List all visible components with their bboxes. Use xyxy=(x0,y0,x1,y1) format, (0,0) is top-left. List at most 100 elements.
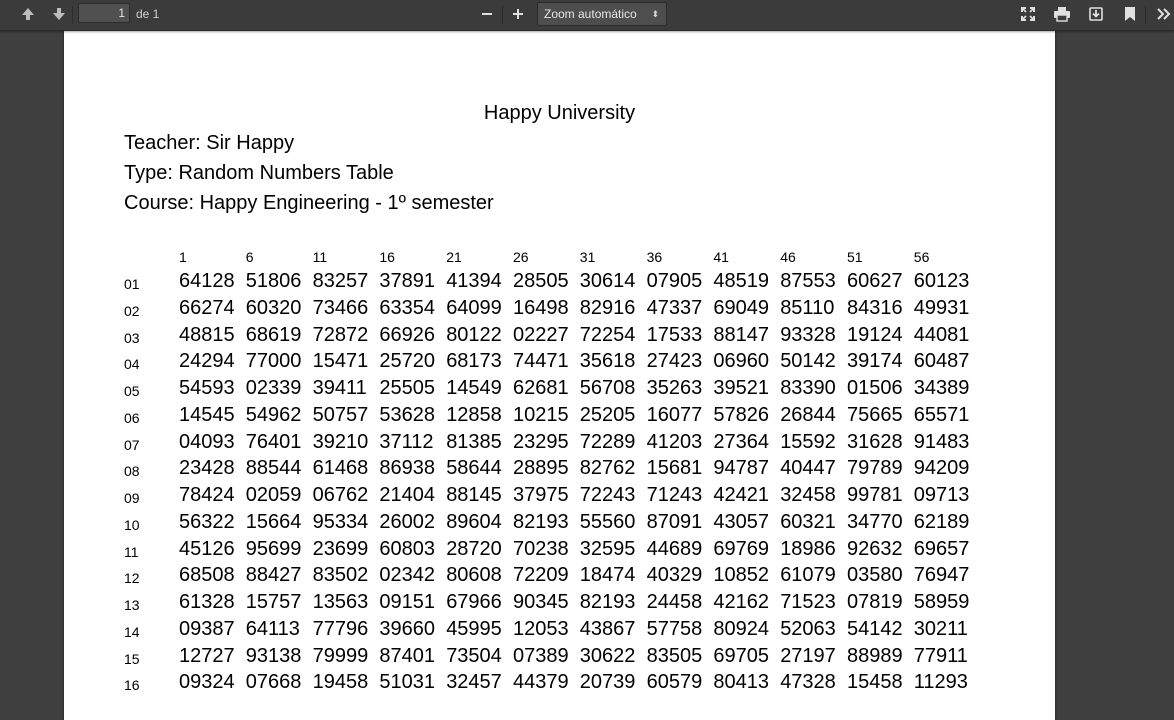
column-header: 36 xyxy=(646,249,663,265)
table-cell: 89604 xyxy=(446,510,502,533)
zoom-select[interactable]: Zoom automático ⬍ xyxy=(537,2,667,26)
table-cell: 60803 xyxy=(379,537,436,560)
row-label: 16 xyxy=(124,677,140,694)
table-cell: 86938 xyxy=(379,457,436,480)
row-label: 05 xyxy=(124,383,140,399)
table-cell: 88989 xyxy=(847,644,903,667)
column-header: 56 xyxy=(913,249,930,265)
minus-icon xyxy=(480,7,494,21)
row-label: 08 xyxy=(124,463,140,480)
table-cell: 60579 xyxy=(646,671,703,694)
table-cell: 28505 xyxy=(513,270,569,292)
table-cell: 14549 xyxy=(446,377,502,399)
table-cell: 37891 xyxy=(379,270,436,292)
bookmark-button[interactable] xyxy=(1117,3,1143,25)
table-cell: 72872 xyxy=(312,323,369,346)
table-cell: 72243 xyxy=(579,484,636,506)
table-cell: 71243 xyxy=(646,484,703,506)
table-cell: 88427 xyxy=(245,564,302,587)
table-cell: 10215 xyxy=(513,403,569,426)
table-cell: 43057 xyxy=(713,510,770,533)
row-label: 09 xyxy=(124,490,140,506)
table-cell: 41203 xyxy=(646,430,703,453)
download-button[interactable] xyxy=(1083,3,1109,25)
table-cell: 70238 xyxy=(513,537,569,560)
table-cell: 15592 xyxy=(780,430,836,453)
table-cell: 09387 xyxy=(179,617,235,640)
table-cell: 60321 xyxy=(780,510,836,533)
page-count-label: de 1 xyxy=(136,7,160,21)
table-cell: 04093 xyxy=(179,430,235,453)
table-cell: 27423 xyxy=(646,350,703,373)
table-cell: 93328 xyxy=(780,323,836,346)
zoom-select-value: Zoom automático xyxy=(544,7,637,21)
row-label: 06 xyxy=(124,409,140,426)
table-cell: 43867 xyxy=(579,617,636,640)
table-cell: 68619 xyxy=(245,323,302,346)
toolbar-separator xyxy=(1145,6,1146,24)
table-cell: 85110 xyxy=(780,296,835,319)
bookmark-icon xyxy=(1123,6,1137,22)
table-cell: 53628 xyxy=(379,403,436,426)
tools-menu-button[interactable] xyxy=(1150,3,1174,25)
zoom-in-button[interactable] xyxy=(505,3,531,25)
table-cell: 64113 xyxy=(245,617,300,640)
table-cell: 07905 xyxy=(646,270,703,292)
table-cell: 75665 xyxy=(847,403,903,426)
column-header: 1 xyxy=(179,249,187,265)
table-cell: 30622 xyxy=(579,644,636,667)
table-cell: 69705 xyxy=(713,644,770,667)
page-number-input[interactable] xyxy=(78,3,130,23)
table-cell: 95699 xyxy=(245,537,302,560)
double-chevron-right-icon xyxy=(1155,7,1171,21)
table-cell: 51031 xyxy=(379,671,436,694)
table-cell: 11293 xyxy=(913,671,968,694)
pdf-toolbar: de 1 Zoom automático ⬍ xyxy=(0,0,1174,31)
table-cell: 56708 xyxy=(579,377,636,399)
table-cell: 67966 xyxy=(446,591,502,613)
pdf-page: Happy University Teacher: Sir Happy Type… xyxy=(64,30,1055,720)
column-header: 16 xyxy=(379,249,395,265)
table-cell: 50757 xyxy=(312,403,369,426)
row-label: 11 xyxy=(124,543,139,560)
row-label: 03 xyxy=(124,329,140,346)
table-cell: 94209 xyxy=(913,457,970,480)
table-cell: 12858 xyxy=(446,403,502,426)
table-cell: 60320 xyxy=(245,296,302,319)
select-arrows-icon: ⬍ xyxy=(651,9,659,19)
zoom-out-button[interactable] xyxy=(474,3,500,25)
table-cell: 18986 xyxy=(780,537,836,560)
table-cell: 02059 xyxy=(245,484,302,506)
row-label: 07 xyxy=(124,436,140,453)
table-cell: 50142 xyxy=(780,350,836,373)
table-cell: 54142 xyxy=(847,617,903,640)
table-cell: 61328 xyxy=(179,591,235,613)
table-cell: 39521 xyxy=(713,377,770,399)
row-label: 02 xyxy=(124,302,140,319)
table-cell: 41394 xyxy=(446,270,502,292)
table-cell: 62189 xyxy=(913,510,970,533)
presentation-mode-button[interactable] xyxy=(1015,3,1041,25)
table-cell: 71523 xyxy=(780,591,836,613)
table-cell: 47337 xyxy=(646,296,703,319)
table-cell: 90345 xyxy=(513,591,569,613)
table-cell: 35263 xyxy=(646,377,703,399)
next-page-button[interactable] xyxy=(46,3,72,25)
print-button[interactable] xyxy=(1049,3,1075,25)
table-cell: 65571 xyxy=(913,403,970,426)
table-cell: 79789 xyxy=(847,457,903,480)
table-cell: 19124 xyxy=(847,323,903,346)
print-icon xyxy=(1053,6,1071,22)
table-cell: 80608 xyxy=(446,564,502,587)
row-label: 12 xyxy=(124,570,140,587)
row-label: 14 xyxy=(124,623,140,640)
previous-page-button[interactable] xyxy=(15,3,41,25)
table-cell: 31628 xyxy=(847,430,903,453)
table-cell: 21404 xyxy=(379,484,436,506)
table-cell: 82916 xyxy=(579,296,636,319)
table-cell: 44689 xyxy=(646,537,703,560)
table-cell: 77000 xyxy=(245,350,302,373)
table-cell: 57758 xyxy=(646,617,703,640)
table-cell: 42162 xyxy=(713,591,770,613)
table-cell: 82193 xyxy=(513,510,569,533)
